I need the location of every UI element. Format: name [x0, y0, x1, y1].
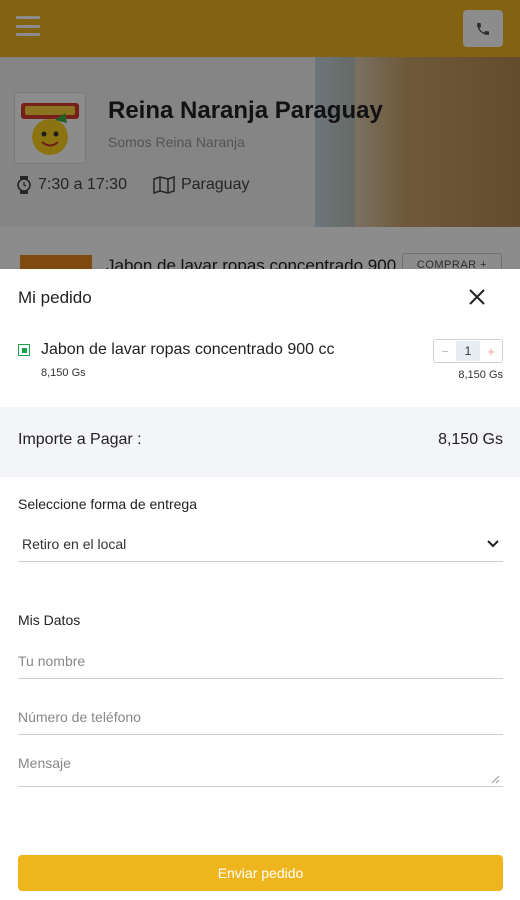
quantity-value[interactable]: 1 [456, 341, 480, 361]
delivery-select[interactable]: Retiro en el local [18, 526, 503, 562]
decrease-quantity-button[interactable]: − [434, 340, 456, 362]
total-value: 8,150 Gs [438, 431, 503, 448]
delivery-selected-value: Retiro en el local [22, 535, 127, 552]
message-field[interactable] [18, 755, 503, 787]
order-item-subtotal: 8,150 Gs [458, 369, 503, 381]
close-icon [469, 289, 485, 305]
submit-order-button[interactable]: Enviar pedido [18, 855, 503, 891]
quantity-stepper: − 1 + [433, 339, 503, 363]
chevron-down-icon [487, 539, 499, 547]
delivery-label: Seleccione forma de entrega [18, 496, 197, 512]
item-indicator-icon [18, 344, 30, 356]
sheet-title: Mi pedido [18, 288, 92, 307]
total-label: Importe a Pagar : [18, 431, 142, 448]
phone-field[interactable] [18, 699, 503, 735]
order-item-unit-price: 8,150 Gs [41, 367, 86, 379]
my-data-label: Mis Datos [18, 612, 81, 628]
total-section: Importe a Pagar : 8,150 Gs [0, 407, 520, 477]
resize-handle-icon[interactable] [491, 775, 500, 784]
name-field[interactable] [18, 643, 503, 679]
increase-quantity-button[interactable]: + [480, 340, 502, 362]
close-button[interactable] [463, 283, 491, 311]
order-sheet: Mi pedido Jabon de lavar ropas concentra… [0, 269, 520, 900]
order-item-name: Jabon de lavar ropas concentrado 900 cc [41, 341, 335, 358]
